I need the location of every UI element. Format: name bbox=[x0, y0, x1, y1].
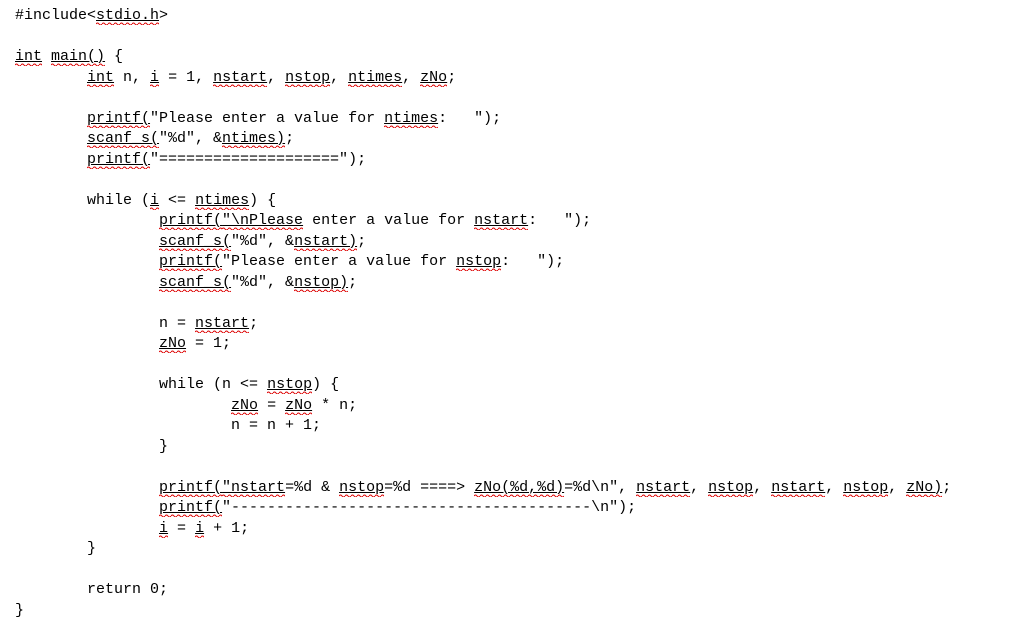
code-line: scanf_s("%d", &nstop); bbox=[15, 274, 357, 292]
code-line: printf("===================="); bbox=[15, 151, 366, 169]
code-line: } bbox=[15, 602, 24, 619]
code-line: n = nstart; bbox=[15, 315, 258, 333]
code-line: int main() { bbox=[15, 48, 123, 66]
code-line: printf("--------------------------------… bbox=[15, 499, 636, 517]
code-line: printf("\nPlease enter a value for nstar… bbox=[15, 212, 591, 230]
header-file: stdio.h bbox=[96, 7, 159, 25]
code-line: printf("nstart=%d & nstop=%d ====> zNo(%… bbox=[15, 479, 951, 497]
code-line: n = n + 1; bbox=[15, 417, 321, 434]
code-line: i = i + 1; bbox=[15, 520, 249, 538]
code-line: int n, i = 1, nstart, nstop, ntimes, zNo… bbox=[15, 69, 456, 87]
code-line: zNo = 1; bbox=[15, 335, 231, 353]
code-line: printf("Please enter a value for ntimes:… bbox=[15, 110, 501, 128]
code-line: return 0; bbox=[15, 581, 168, 598]
code-line: while (n <= nstop) { bbox=[15, 376, 339, 394]
code-editor-surface: #include<stdio.h> int main() { int n, i … bbox=[0, 0, 1024, 627]
code-line: printf("Please enter a value for nstop: … bbox=[15, 253, 564, 271]
code-line: scanf_s("%d", &ntimes); bbox=[15, 130, 294, 148]
code-line: } bbox=[15, 438, 168, 455]
code-line: #include<stdio.h> bbox=[15, 7, 168, 25]
code-line: } bbox=[15, 540, 96, 557]
code-line: while (i <= ntimes) { bbox=[15, 192, 276, 210]
code-line: zNo = zNo * n; bbox=[15, 397, 357, 415]
code-line: scanf_s("%d", &nstart); bbox=[15, 233, 366, 251]
